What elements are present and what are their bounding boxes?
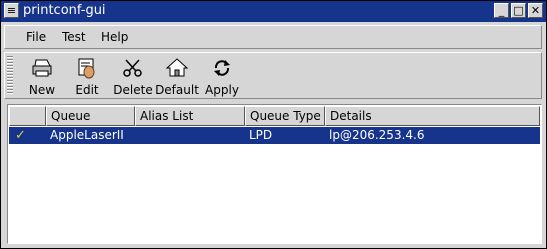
column-header-alias-list[interactable]: Alias List — [135, 106, 245, 126]
toolbar: New Edit Delete Default Apply — [4, 52, 542, 99]
delete-label: Delete — [113, 83, 153, 97]
refresh-icon — [214, 60, 230, 76]
menu-bar: File Test Help — [4, 25, 542, 49]
edit-label: Edit — [75, 83, 99, 97]
printer-queue-table[interactable]: Queue Alias List Queue Type Details ✓ Ap… — [7, 104, 542, 244]
toolbar-grip[interactable] — [7, 56, 13, 94]
apply-label: Apply — [205, 83, 239, 97]
main-window: ≡ printconf-gui _ □ ✕ File Test Help New — [0, 0, 547, 249]
scissors-icon — [123, 59, 142, 77]
cell-details: lp@206.253.4.6 — [329, 128, 425, 142]
default-check-icon: ✓ — [15, 128, 26, 143]
home-icon — [165, 58, 189, 77]
table-header: Queue Alias List Queue Type Details — [9, 106, 540, 126]
title-bar[interactable]: ≡ printconf-gui _ □ ✕ — [1, 1, 546, 22]
window-title: printconf-gui — [23, 3, 106, 18]
new-label: New — [28, 83, 56, 97]
close-icon[interactable]: ✕ — [528, 3, 543, 18]
default-label: Default — [155, 83, 199, 97]
cell-queue-type: LPD — [249, 128, 273, 142]
printer-icon — [32, 59, 52, 77]
apply-button[interactable]: Apply — [203, 57, 241, 97]
new-button[interactable]: New — [25, 57, 59, 97]
cell-queue: AppleLaserII — [50, 128, 124, 142]
column-header-queue-type[interactable]: Queue Type — [245, 106, 325, 126]
delete-button[interactable]: Delete — [113, 57, 153, 97]
column-header-default[interactable] — [9, 106, 46, 126]
column-header-details[interactable]: Details — [325, 106, 540, 126]
table-row[interactable]: ✓ AppleLaserII LPD lp@206.253.4.6 — [9, 127, 540, 144]
default-button[interactable]: Default — [155, 57, 199, 97]
maximize-icon[interactable]: □ — [511, 3, 526, 18]
menu-help[interactable]: Help — [101, 30, 128, 44]
edit-button[interactable]: Edit — [70, 57, 104, 97]
edit-icon — [78, 58, 95, 79]
menu-test[interactable]: Test — [62, 30, 86, 44]
column-header-queue[interactable]: Queue — [46, 106, 135, 126]
menu-file[interactable]: File — [26, 30, 46, 44]
minimize-icon[interactable]: _ — [494, 3, 509, 18]
window-menu-icon[interactable]: ≡ — [4, 3, 19, 18]
